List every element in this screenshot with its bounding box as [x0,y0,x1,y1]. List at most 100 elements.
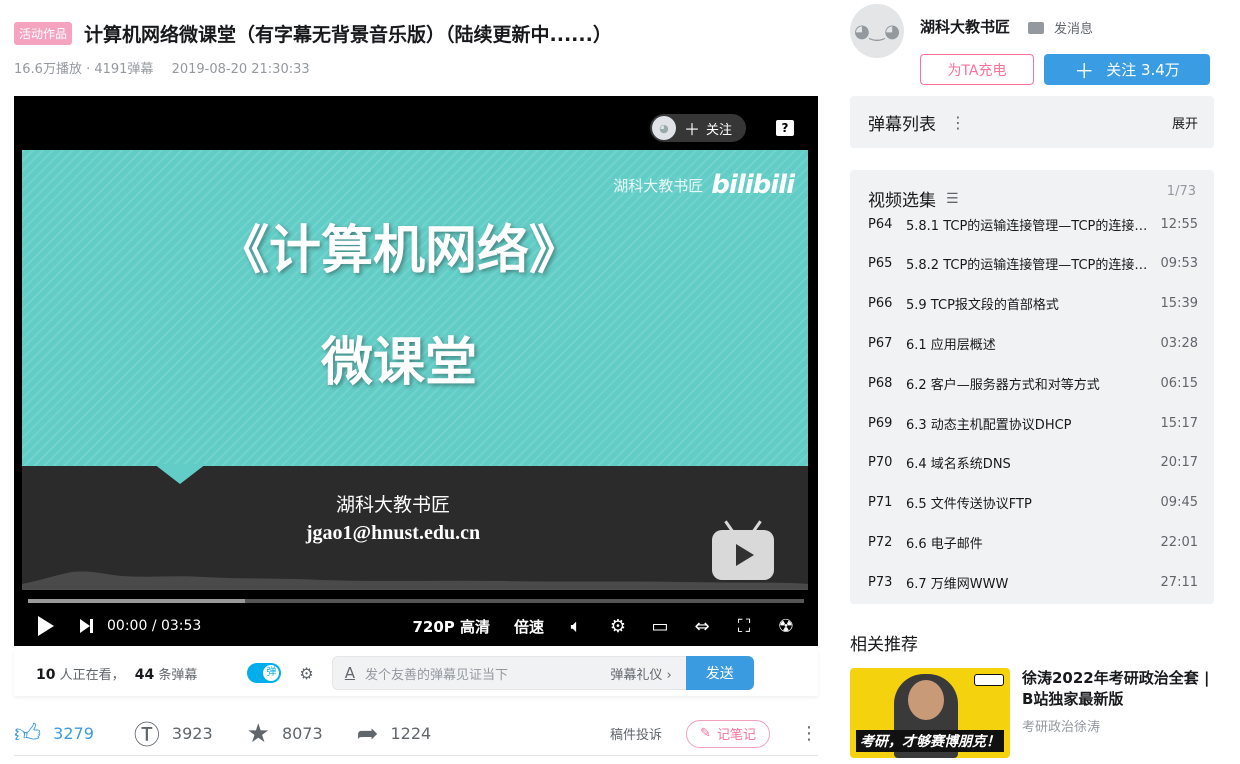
plus-icon: ＋ [1074,59,1095,83]
episode-duration: 06:15 [1160,375,1198,391]
coin-icon: Ⓣ [133,721,160,751]
buffered-bar [28,599,246,603]
episode-item[interactable]: P73 6.7 万维网WWW 27:11 [868,572,1198,592]
episode-title: 6.4 域名系统DNS [906,457,1011,473]
danmaku-input[interactable]: A 发个友善的弹幕见证当下 弹幕礼仪 › [331,656,686,690]
more-icon[interactable]: ⋮ [800,723,818,744]
episode-item[interactable]: P69 6.3 动态主机配置协议DHCP 15:17 [868,413,1198,433]
view-count: 16.6万播放 · 4191弹幕 [14,62,154,77]
episode-number: P71 [868,495,893,511]
thumbnail-face [908,680,944,720]
episode-title: 6.7 万维网WWW [906,576,1009,592]
episode-item[interactable]: P66 5.9 TCP报文段的首部格式 15:39 [868,294,1198,314]
episode-title: 5.8.1 TCP的运输连接管理—TCP的连接建立 [906,218,1158,234]
episode-item[interactable]: P64 5.8.1 TCP的运输连接管理—TCP的连接建立 12:55 [868,214,1198,234]
settings-icon[interactable]: ⚙ [608,616,628,637]
volume-icon[interactable]: 🔈︎ [566,616,586,637]
slide-notch [154,464,206,484]
episode-duration: 03:28 [1160,335,1198,351]
episode-item[interactable]: P68 6.2 客户—服务器方式和对等方式 06:15 [868,373,1198,393]
recommend-uploader[interactable]: 考研政治徐涛 [1022,716,1100,735]
episode-number: P69 [868,415,893,431]
list-icon[interactable]: ☰ [946,191,959,207]
play-icon[interactable] [38,616,54,636]
widescreen-icon[interactable]: ⇔ [692,616,712,637]
send-message-link[interactable]: 发消息 [1028,18,1093,37]
speed-button[interactable]: 倍速 [514,616,544,637]
video-meta: 16.6万播放 · 4191弹幕 2019-08-20 21:30:33 [14,58,310,77]
time-separator: / [151,618,157,634]
help-icon[interactable]: ? [776,120,794,136]
note-button[interactable]: ✎ 记笔记 [686,719,770,748]
like-count: 3279 [53,724,94,743]
fullscreen-icon[interactable]: ☢ [776,616,796,637]
uploader-name[interactable]: 湖科大教书匠 [920,16,1010,37]
charge-button[interactable]: 为TA充电 [920,54,1034,85]
episode-item[interactable]: P65 5.8.2 TCP的运输连接管理—TCP的连接释放 09:53 [868,254,1198,274]
episode-number: P73 [868,574,893,590]
episode-item[interactable]: P72 6.6 电子邮件 22:01 [868,532,1198,552]
episode-item[interactable]: P71 6.5 文件传送协议FTP 09:45 [868,493,1198,513]
episode-list-title: 视频选集 [868,191,936,211]
quality-button[interactable]: 720P 高清 [412,616,490,637]
danmaku-list-panel[interactable]: 弹幕列表 ⋮ 展开 [850,96,1214,148]
episode-number: P65 [868,256,893,272]
activity-badge[interactable]: 活动作品 [14,21,73,45]
time-display: 00:00 / 03:53 [107,618,201,634]
video-player[interactable]: ◕ ＋ 关注 ? 湖科大教书匠 bilibili 《计算机网络》 微课堂 湖科大… [14,96,818,646]
send-danmaku-button[interactable]: 发送 [685,656,754,690]
coin-button[interactable]: Ⓣ 3923 [134,715,213,752]
favorite-button[interactable]: ★ 8073 [247,719,323,749]
recommend-video-title[interactable]: 徐涛2022年考研政治全套 | B站独家最新版 [1022,668,1216,710]
watching-count: 10 [36,666,56,683]
uploader-avatar[interactable]: ◕‿◕ [850,4,904,58]
share-arrow-icon: ➦ [356,718,379,749]
time-total: 03:53 [160,618,202,634]
episode-number: P66 [868,296,893,312]
episode-list: 视频选集 ☰ 1/73 P64 5.8.1 TCP的运输连接管理—TCP的连接建立… [850,170,1214,604]
video-frame[interactable]: 湖科大教书匠 bilibili 《计算机网络》 微课堂 湖科大教书匠 jgao1… [22,150,808,590]
video-title: 计算机网络微课堂（有字幕无背景音乐版）（陆续更新中......） [84,23,612,46]
episode-title: 5.8.2 TCP的运输连接管理—TCP的连接释放 [906,258,1158,274]
episode-duration: 15:17 [1160,415,1198,431]
episode-duration: 15:39 [1160,296,1198,312]
episode-item[interactable]: P67 6.1 应用层概述 03:28 [868,333,1198,353]
danmaku-toggle[interactable]: 弹 [247,663,282,683]
progress-bar[interactable] [28,599,804,603]
plus-icon: ＋ [683,120,700,139]
recommend-thumbnail[interactable]: 考研，才够赛博朋克！ [850,668,1010,758]
report-link[interactable]: 稿件投诉 [610,724,662,743]
next-icon[interactable] [80,619,93,633]
mail-icon [1028,21,1044,34]
danmaku-settings-icon[interactable]: ⚙ [299,664,313,683]
slide-email: jgao1@hnust.edu.cn [305,522,481,544]
action-bar: 👍︎ 3279 Ⓣ 3923 ★ 8073 ➦ 1224 稿件投诉 ✎ 记笔记 … [14,712,818,756]
viewer-stats: 10 人正在看， 44 条弹幕 [36,664,197,683]
share-button[interactable]: ➦ 1224 [357,719,432,749]
watermark: 湖科大教书匠 bilibili [613,170,795,200]
font-style-icon[interactable]: A [345,664,355,682]
episode-duration: 20:17 [1160,455,1198,471]
player-follow-button[interactable]: ◕ ＋ 关注 [649,114,746,142]
audio-waveform [22,571,808,590]
danmaku-etiquette-link[interactable]: 弹幕礼仪 › [610,664,671,683]
episode-duration: 09:45 [1160,495,1198,511]
episode-item[interactable]: P70 6.4 域名系统DNS 20:17 [868,453,1198,473]
like-button[interactable]: 👍︎ 3279 [14,718,94,749]
episode-title: 6.5 文件传送协议FTP [906,497,1032,513]
follow-label: 关注 3.4万 [1106,61,1180,79]
episode-number: P72 [868,534,893,550]
more-icon[interactable]: ⋮ [950,113,966,132]
web-fullscreen-icon[interactable]: ⛶ [734,616,754,637]
publish-date: 2019-08-20 21:30:33 [171,62,310,77]
episode-number: P70 [868,455,893,471]
episode-count: 1/73 [1166,184,1196,199]
note-label: 记笔记 [716,728,756,743]
episode-list-header: 视频选集 ☰ [868,186,959,212]
expand-button[interactable]: 展开 [1172,113,1198,132]
episode-title: 6.3 动态主机配置协议DHCP [906,417,1072,433]
pip-icon[interactable]: ▭ [650,616,670,637]
bilibili-logo: bilibili [711,170,795,200]
danmaku-placeholder: 发个友善的弹幕见证当下 [365,667,509,683]
follow-button[interactable]: ＋ 关注 3.4万 [1044,54,1210,85]
